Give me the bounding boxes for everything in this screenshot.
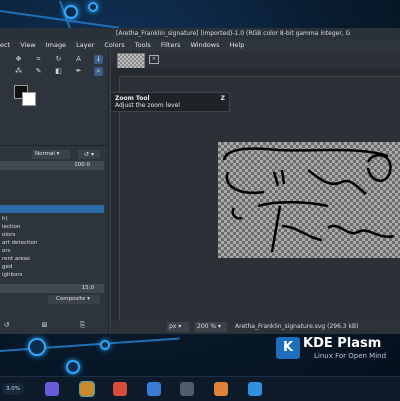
list-item[interactable]: art detection	[0, 239, 108, 247]
app-icon[interactable]	[214, 382, 228, 396]
zoom-tooltip: Zoom Tool Adjust the zoom level Z	[110, 92, 230, 112]
reset-icon[interactable]: ↺	[2, 321, 11, 330]
menu-colors[interactable]: Colors	[104, 41, 124, 49]
color-picker-icon[interactable]: ✒	[74, 67, 83, 76]
menu-windows[interactable]: Windows	[190, 41, 219, 49]
selected-row[interactable]	[0, 205, 104, 213]
image-tab-thumbnail[interactable]	[117, 53, 145, 69]
wallpaper-line	[0, 10, 119, 29]
menu-layer[interactable]: Layer	[76, 41, 94, 49]
delete-icon[interactable]: ⊠	[40, 321, 49, 330]
wallpaper-node	[64, 5, 78, 19]
save-preset-icon[interactable]: ⎘	[78, 321, 87, 330]
move-tool-icon[interactable]: ✥	[14, 55, 23, 64]
list-item[interactable]: ighbors	[0, 271, 108, 279]
opacity-field[interactable]: 100.0	[0, 161, 104, 170]
wallpaper-node	[66, 360, 80, 374]
list-item[interactable]: ors	[0, 247, 108, 255]
composite-select[interactable]: Composite ▾	[48, 295, 100, 304]
taskbar: 3.0%	[0, 376, 400, 401]
app-icon[interactable]	[113, 382, 127, 396]
wallpaper-node	[100, 340, 110, 350]
dock-divider	[0, 145, 108, 146]
zoom-value: 200 %	[197, 323, 217, 330]
eraser-tool-icon[interactable]: ◧	[54, 67, 63, 76]
close-tab-icon[interactable]: ×	[149, 55, 159, 64]
tooltip-subtitle: Adjust the zoom level	[115, 102, 180, 109]
horizontal-ruler	[111, 68, 400, 77]
kde-tagline: Linux For Open Mind	[314, 352, 387, 360]
layer-mode-select[interactable]: Normal ▾	[32, 150, 70, 159]
layer-history-button[interactable]: ↺ ▾	[78, 150, 100, 159]
kde-brand-text: KDE Plasm	[303, 336, 382, 351]
menu-image[interactable]: Image	[46, 41, 66, 49]
zoom-tool-icon[interactable]: ⌕	[94, 67, 103, 76]
kde-logo-icon: K	[276, 337, 300, 359]
app-icon[interactable]	[79, 381, 95, 397]
list-item[interactable]: lection	[0, 223, 108, 231]
select-arrow-icon[interactable]: ↓	[94, 55, 103, 64]
status-filename: Aretha_Franklin_signature.svg (296.3 kB)	[235, 323, 359, 330]
signature-strokes	[222, 147, 395, 253]
list-item[interactable]: ged	[0, 263, 108, 271]
window-title: [Aretha_Franklin_signature] (imported)-1…	[116, 30, 351, 37]
paint-tool-icon[interactable]: ✎	[34, 67, 43, 76]
left-dock: ✥ ⌗ ↻ A ↓ ⁂ ✎ ◧ ✒ ⌕ Normal ▾ ↺ ▾ 100.0 h…	[0, 51, 109, 334]
composite-value: Composite	[56, 296, 86, 302]
app-icon[interactable]	[180, 382, 194, 396]
window-titlebar[interactable]: [Aretha_Franklin_signature] (imported)-1…	[0, 28, 400, 39]
menu-filters[interactable]: Filters	[161, 41, 180, 49]
unit-value: px	[169, 323, 177, 330]
menu-bar: ect View Image Layer Colors Tools Filter…	[0, 39, 400, 51]
threshold-value: 15.0	[81, 285, 94, 291]
wallpaper-node	[28, 338, 46, 356]
app-icon[interactable]	[248, 382, 262, 396]
list-item[interactable]: h)	[0, 215, 108, 223]
wallpaper-node	[88, 2, 98, 12]
app-icon[interactable]	[147, 382, 161, 396]
rotate-tool-icon[interactable]: ↻	[54, 55, 63, 64]
vertical-ruler	[111, 76, 120, 321]
signature-image[interactable]	[218, 142, 400, 258]
layer-mode-value: Normal	[35, 151, 55, 157]
list-item[interactable]: rent areas	[0, 255, 108, 263]
menu-select[interactable]: ect	[0, 41, 10, 49]
menu-help[interactable]: Help	[230, 41, 245, 49]
text-tool-icon[interactable]: A	[74, 55, 83, 64]
tooltip-shortcut: Z	[220, 95, 225, 102]
zoom-select[interactable]: 200 % ▾	[195, 322, 227, 332]
wallpaper-line	[0, 337, 180, 352]
threshold-field[interactable]: 15.0	[0, 284, 104, 293]
menu-view[interactable]: View	[20, 41, 35, 49]
gimp-window: [Aretha_Franklin_signature] (imported)-1…	[0, 28, 400, 334]
background-color[interactable]	[22, 92, 36, 106]
crop-tool-icon[interactable]: ⌗	[34, 55, 43, 64]
tooltip-title: Zoom Tool	[115, 95, 150, 102]
cpu-meter[interactable]: 3.0%	[2, 383, 24, 395]
list-item[interactable]: olors	[0, 231, 108, 239]
fuzzy-select-icon[interactable]: ⁂	[14, 67, 23, 76]
status-bar: px ▾ 200 % ▾ Aretha_Franklin_signature.s…	[111, 321, 400, 333]
opacity-value: 100.0	[74, 162, 90, 168]
app-icon[interactable]	[45, 382, 59, 396]
unit-select[interactable]: px ▾	[167, 322, 189, 332]
menu-tools[interactable]: Tools	[135, 41, 151, 49]
